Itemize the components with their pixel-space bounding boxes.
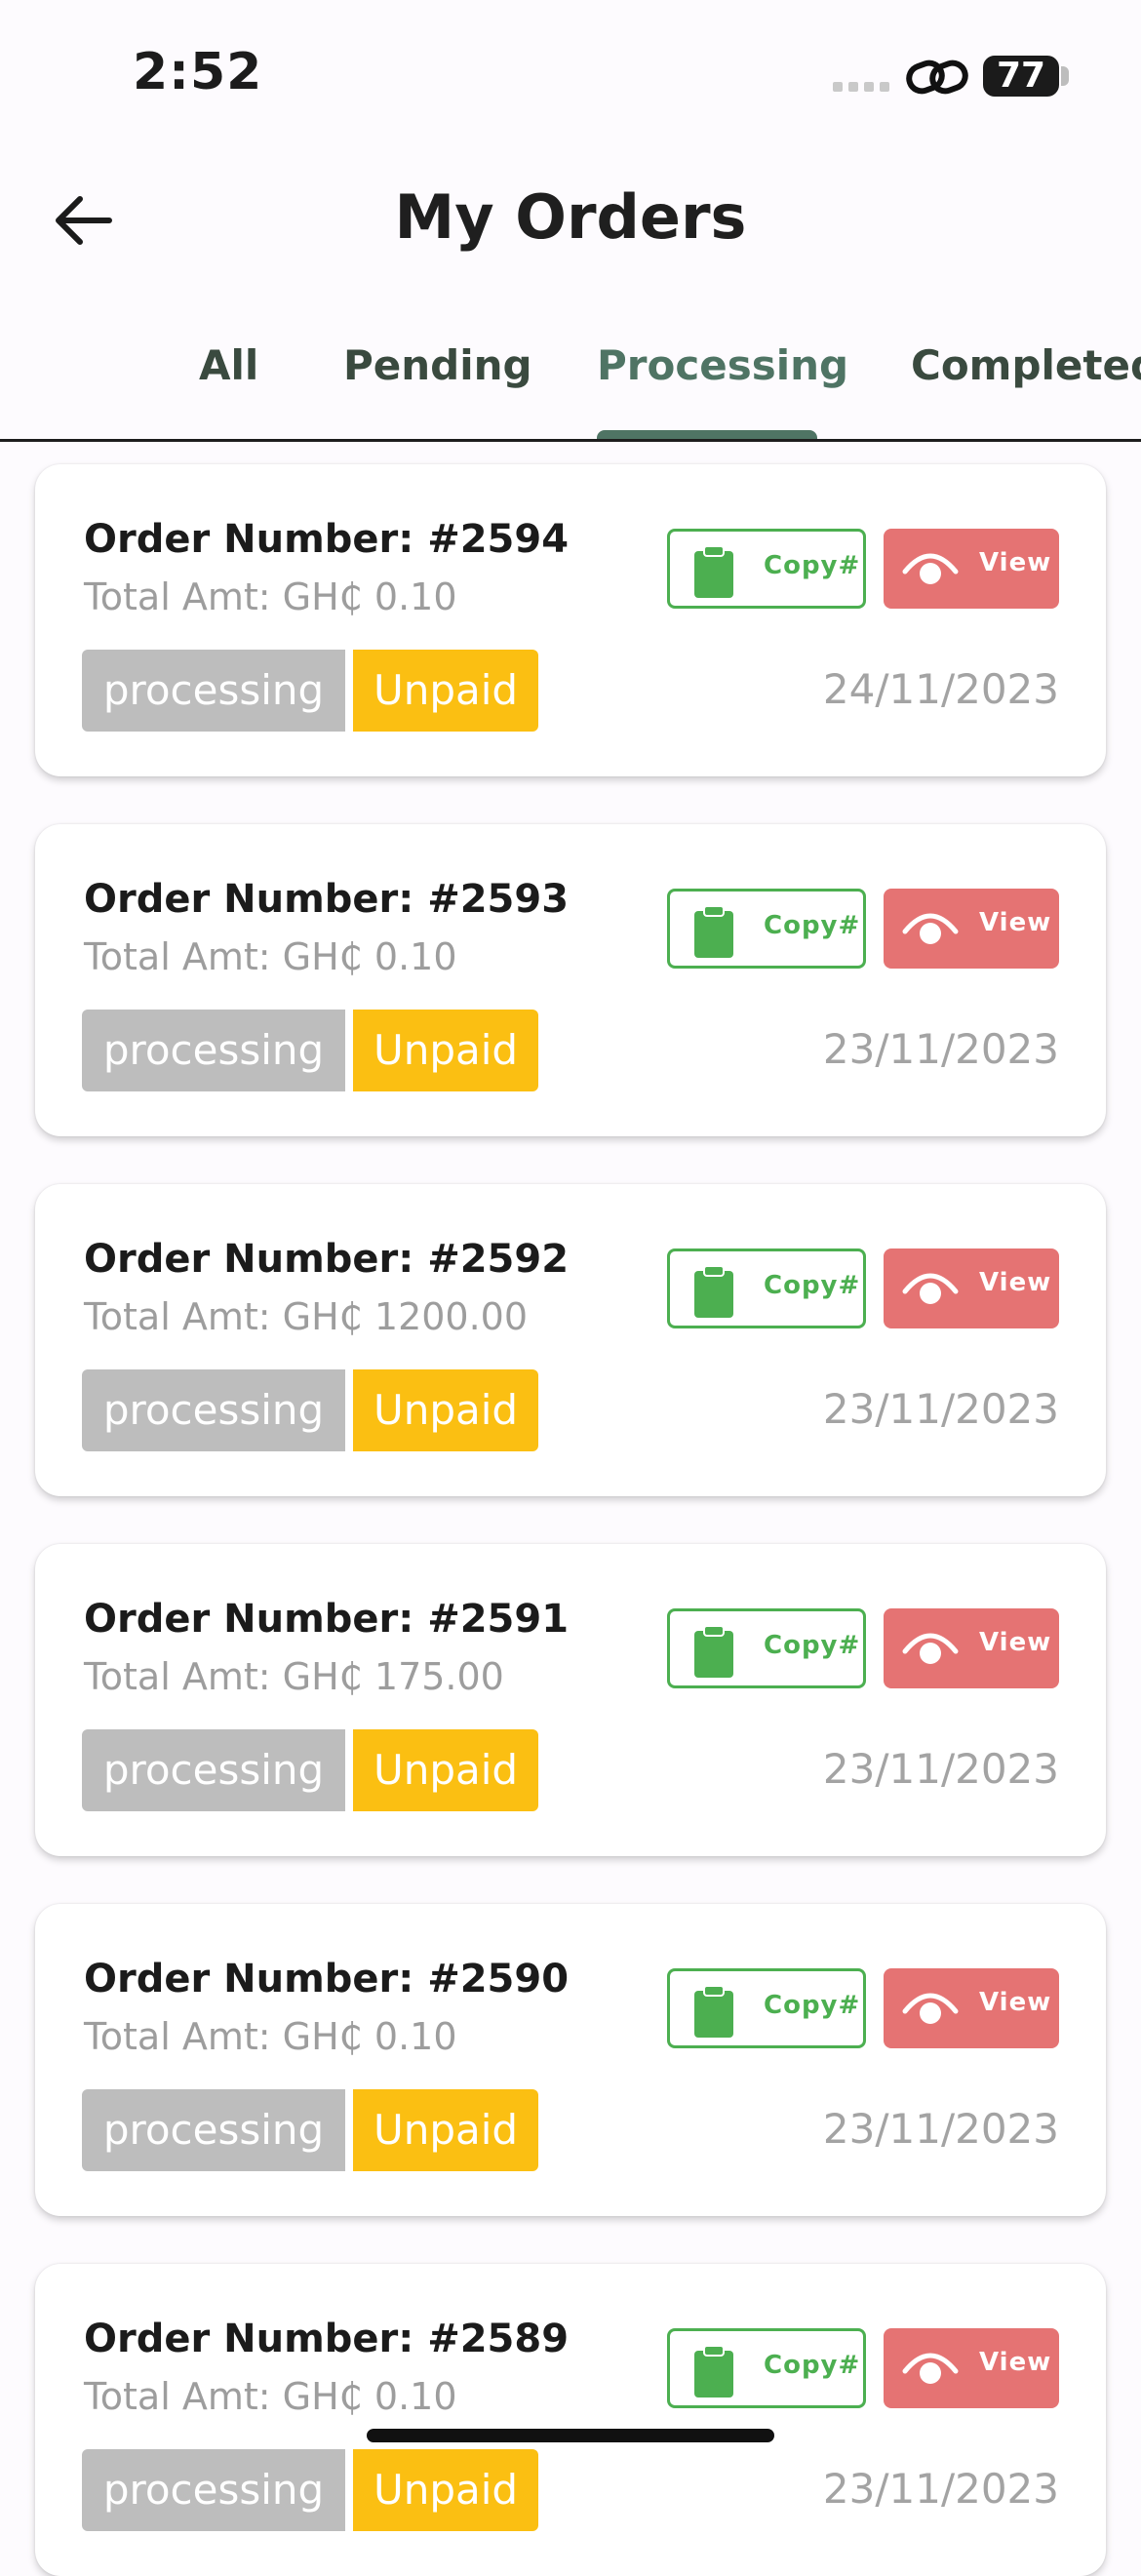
copy-order-number-button[interactable]: Copy# — [667, 1608, 866, 1688]
order-date: 23/11/2023 — [822, 2105, 1059, 2153]
battery-tip — [1061, 66, 1069, 86]
payment-badge: Unpaid — [353, 2449, 538, 2531]
order-card[interactable]: Order Number: #2591 Total Amt: GH₵ 175.0… — [35, 1544, 1106, 1856]
order-card[interactable]: Order Number: #2593 Total Amt: GH₵ 0.10 … — [35, 824, 1106, 1136]
copy-button-label: Copy# — [764, 2351, 861, 2380]
order-total: Total Amt: GH₵ 0.10 — [84, 2015, 457, 2058]
eye-icon — [902, 553, 959, 584]
clipboard-icon — [694, 1985, 733, 2038]
payment-badge: Unpaid — [353, 650, 538, 732]
order-number: Order Number: #2589 — [84, 2317, 570, 2361]
order-badges: processing Unpaid — [82, 2089, 538, 2171]
order-date: 23/11/2023 — [822, 1745, 1059, 1793]
copy-order-number-button[interactable]: Copy# — [667, 529, 866, 609]
tab-pending[interactable]: Pending — [343, 341, 532, 389]
payment-badge: Unpaid — [353, 1369, 538, 1451]
order-total: Total Amt: GH₵ 0.10 — [84, 2375, 457, 2418]
clipboard-icon — [694, 2345, 733, 2398]
order-card[interactable]: Order Number: #2594 Total Amt: GH₵ 0.10 … — [35, 464, 1106, 776]
copy-button-label: Copy# — [764, 1631, 861, 1660]
order-badges: processing Unpaid — [82, 650, 538, 732]
view-order-button[interactable]: View — [884, 1968, 1059, 2048]
order-tabs: All Pending Processing Completed — [0, 332, 1141, 442]
order-number: Order Number: #2592 — [84, 1237, 570, 1282]
view-order-button[interactable]: View — [884, 1248, 1059, 1328]
order-card[interactable]: Order Number: #2592 Total Amt: GH₵ 1200.… — [35, 1184, 1106, 1496]
order-total: Total Amt: GH₵ 1200.00 — [84, 1295, 529, 1338]
order-total: Total Amt: GH₵ 0.10 — [84, 575, 457, 618]
clipboard-icon — [694, 545, 733, 598]
order-card[interactable]: Order Number: #2589 Total Amt: GH₵ 0.10 … — [35, 2264, 1106, 2576]
tab-processing[interactable]: Processing — [597, 341, 848, 389]
status-time: 2:52 — [133, 43, 263, 101]
tab-completed[interactable]: Completed — [911, 341, 1141, 389]
payment-badge: Unpaid — [353, 2089, 538, 2171]
copy-order-number-button[interactable]: Copy# — [667, 1248, 866, 1328]
payment-badge: Unpaid — [353, 1010, 538, 1091]
tab-all[interactable]: All — [199, 341, 258, 389]
order-badges: processing Unpaid — [82, 1729, 538, 1811]
copy-order-number-button[interactable]: Copy# — [667, 1968, 866, 2048]
order-badges: processing Unpaid — [82, 1010, 538, 1091]
copy-order-number-button[interactable]: Copy# — [667, 889, 866, 969]
copy-button-label: Copy# — [764, 911, 861, 940]
clipboard-icon — [694, 905, 733, 958]
view-order-button[interactable]: View — [884, 529, 1059, 609]
home-indicator[interactable] — [367, 2429, 774, 2442]
status-bar: 2:52 77 — [0, 0, 1141, 146]
order-date: 23/11/2023 — [822, 1025, 1059, 1073]
order-badges: processing Unpaid — [82, 2449, 538, 2531]
battery-icon: 77 — [983, 56, 1059, 97]
order-date: 24/11/2023 — [822, 665, 1059, 713]
order-total: Total Amt: GH₵ 0.10 — [84, 935, 457, 978]
cellular-signal-icon — [833, 82, 891, 92]
order-number: Order Number: #2594 — [84, 517, 570, 562]
order-date: 23/11/2023 — [822, 1385, 1059, 1433]
status-badge: processing — [82, 2449, 345, 2531]
copy-button-label: Copy# — [764, 1271, 861, 1300]
payment-badge: Unpaid — [353, 1729, 538, 1811]
status-badge: processing — [82, 1369, 345, 1451]
view-button-label: View — [979, 2348, 1052, 2377]
clipboard-icon — [694, 1625, 733, 1678]
order-card[interactable]: Order Number: #2590 Total Amt: GH₵ 0.10 … — [35, 1904, 1106, 2216]
status-badge: processing — [82, 2089, 345, 2171]
copy-order-number-button[interactable]: Copy# — [667, 2328, 866, 2408]
page-title: My Orders — [394, 181, 747, 253]
copy-button-label: Copy# — [764, 1991, 861, 2020]
view-button-label: View — [979, 1988, 1052, 2017]
status-badge: processing — [82, 650, 345, 732]
order-total: Total Amt: GH₵ 175.00 — [84, 1655, 504, 1698]
copy-button-label: Copy# — [764, 551, 861, 580]
view-order-button[interactable]: View — [884, 2328, 1059, 2408]
status-badge: processing — [82, 1729, 345, 1811]
view-button-label: View — [979, 908, 1052, 937]
view-button-label: View — [979, 1628, 1052, 1657]
view-order-button[interactable]: View — [884, 889, 1059, 969]
order-number: Order Number: #2591 — [84, 1597, 570, 1642]
view-button-label: View — [979, 548, 1052, 577]
eye-icon — [902, 1633, 959, 1664]
clipboard-icon — [694, 1265, 733, 1318]
eye-icon — [902, 1993, 959, 2024]
eye-icon — [902, 2353, 959, 2384]
order-badges: processing Unpaid — [82, 1369, 538, 1451]
order-number: Order Number: #2590 — [84, 1957, 570, 2001]
order-date: 23/11/2023 — [822, 2465, 1059, 2513]
link-icon — [906, 59, 968, 95]
tab-active-indicator — [597, 430, 817, 439]
view-order-button[interactable]: View — [884, 1608, 1059, 1688]
eye-icon — [902, 913, 959, 944]
status-badge: processing — [82, 1010, 345, 1091]
view-button-label: View — [979, 1268, 1052, 1297]
order-number: Order Number: #2593 — [84, 877, 570, 922]
eye-icon — [902, 1273, 959, 1304]
